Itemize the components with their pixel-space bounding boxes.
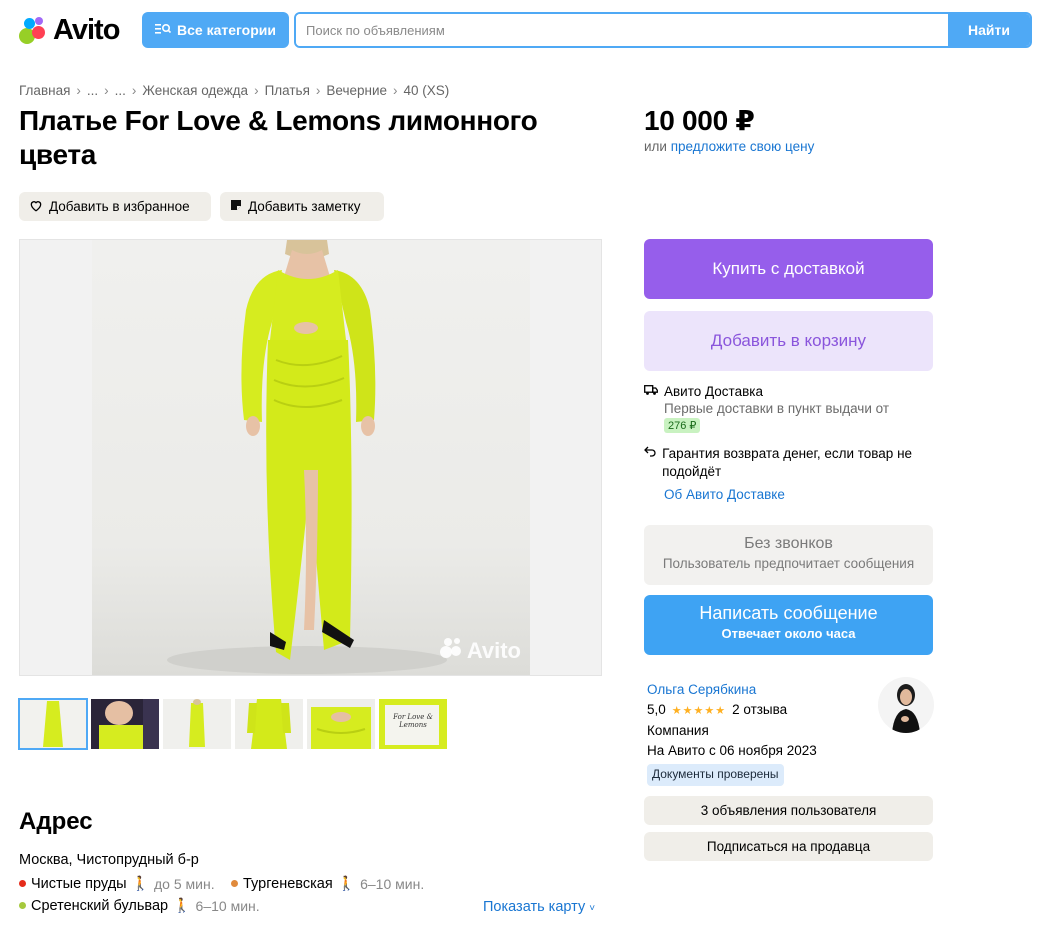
breadcrumb-item-womens-clothing[interactable]: Женская одежда (142, 83, 248, 98)
seller-since: На Авито с 06 ноября 2023 (647, 742, 817, 758)
address-line: Москва, Чистопрудный б-р (19, 852, 199, 868)
search-bar: Найти (294, 12, 1032, 48)
breadcrumb-separator: › (104, 83, 109, 98)
thumbnail-1[interactable] (18, 698, 88, 750)
walking-person-icon: 🚶 (173, 897, 191, 913)
thumbnail-6-label[interactable]: For Love & Lemons (379, 699, 447, 749)
listing-price: 10 000 ₽ (644, 105, 755, 136)
metro-station-name: Тургеневская (243, 875, 333, 892)
thumbnail-label-text: For Love & Lemons (393, 713, 433, 729)
thumbnail-4[interactable] (235, 699, 303, 749)
show-map-link[interactable]: Показать карту ˅ (483, 899, 595, 915)
add-to-favorites-label: Добавить в избранное (49, 199, 190, 214)
guarantee-row: Гарантия возврата денег, если товар не п… (644, 445, 933, 481)
metro-walk-time: 6–10 мин. (195, 897, 260, 914)
note-icon (230, 199, 242, 214)
walking-person-icon: 🚶 (337, 875, 356, 891)
price-offer: или предложите свою цену (644, 139, 814, 154)
heart-icon (29, 199, 43, 215)
search-button[interactable]: Найти (948, 14, 1030, 46)
breadcrumb-item-evening[interactable]: Вечерние (326, 83, 387, 98)
chevron-down-icon: ˅ (589, 903, 596, 914)
documents-verified-badge: Документы проверены (647, 764, 784, 786)
breadcrumb-separator: › (315, 83, 321, 98)
metro-station-name: Чистые пруды (31, 875, 127, 892)
delivery-title: Авито Доставка (664, 384, 763, 399)
breadcrumb-item-dresses[interactable]: Платья (265, 83, 310, 98)
delivery-info: Авито Доставка Первые доставки в пункт в… (644, 384, 933, 502)
metro-station: Чистые пруды 🚶 до 5 мин. (19, 875, 215, 892)
address-title: Адрес (19, 808, 93, 835)
breadcrumb-item-ellipsis-1[interactable]: ... (87, 83, 98, 98)
all-categories-label: Все категории (177, 22, 276, 38)
price-or-text: или (644, 139, 667, 154)
no-calls-subtitle: Пользователь предпочитает сообщения (662, 556, 915, 571)
write-message-label: Написать сообщение (699, 603, 878, 623)
delivery-price-badge: 276 ₽ (664, 418, 701, 433)
breadcrumb-separator: › (76, 83, 81, 98)
breadcrumb-item-ellipsis-2[interactable]: ... (115, 83, 126, 98)
breadcrumb-item-home[interactable]: Главная (19, 83, 70, 98)
seller-avatar[interactable] (878, 677, 934, 733)
avito-logo[interactable]: Avito (19, 13, 120, 47)
metro-station: Сретенский бульвар 🚶 6–10 мин. (19, 897, 260, 914)
add-to-favorites-button[interactable]: Добавить в избранное (19, 192, 211, 221)
seller-rating: 5,0 (647, 701, 666, 717)
rating-stars-icon: ★★★★★ (671, 704, 727, 717)
metro-line-dot-icon (19, 880, 26, 887)
delivery-first-text: Первые доставки в пункт выдачи от (664, 401, 890, 416)
all-categories-button[interactable]: Все категории (142, 12, 289, 48)
no-calls-title: Без звонков (744, 535, 833, 552)
breadcrumb: Главная › ... › ... › Женская одежда › П… (19, 83, 449, 98)
seller-listings-button[interactable]: 3 объявления пользователя (644, 796, 933, 825)
thumbnail-3[interactable] (163, 699, 231, 749)
truck-icon (644, 384, 658, 396)
thumbnail-strip: For Love & Lemons (18, 698, 447, 750)
dress-photo-illustration (167, 240, 447, 674)
thumbnail-5[interactable] (307, 699, 375, 749)
show-map-label: Показать карту (483, 899, 586, 915)
breadcrumb-separator: › (254, 83, 259, 98)
header: Avito Все категории Найти (0, 0, 1051, 60)
avito-watermark: Avito (439, 637, 521, 665)
metro-line-dot-icon (19, 902, 26, 909)
logo-text: Avito (53, 13, 120, 46)
breadcrumb-item-size[interactable]: 40 (XS) (404, 83, 450, 98)
return-arrow-icon (644, 445, 656, 457)
offer-price-link[interactable]: предложите свою цену (671, 139, 815, 154)
watermark-dots-icon (439, 637, 463, 665)
metro-station: Тургеневская 🚶 6–10 мин. (231, 875, 424, 892)
add-note-button[interactable]: Добавить заметку (220, 192, 384, 221)
about-delivery-link[interactable]: Об Авито Доставке (664, 487, 933, 502)
logo-dots-icon (19, 16, 47, 44)
subscribe-seller-button[interactable]: Подписаться на продавца (644, 832, 933, 861)
metro-line-dot-icon (231, 880, 238, 887)
walking-person-icon: 🚶 (131, 875, 150, 891)
buy-with-delivery-button[interactable]: Купить с доставкой (644, 239, 933, 299)
guarantee-text: Гарантия возврата денег, если товар не п… (662, 446, 913, 479)
delivery-row: Авито Доставка Первые доставки в пункт в… (644, 384, 933, 433)
photo-backdrop (92, 240, 530, 675)
metro-station-name: Сретенский бульвар (31, 897, 169, 914)
search-input[interactable] (296, 14, 948, 46)
seller-reviews-link[interactable]: 2 отзыва (732, 702, 787, 717)
add-to-cart-button[interactable]: Добавить в корзину (644, 311, 933, 371)
listing-title: Платье For Love & Lemons лимонного цвета (19, 105, 538, 170)
breadcrumb-separator: › (131, 83, 137, 98)
categories-search-icon (155, 22, 172, 38)
add-note-label: Добавить заметку (248, 199, 361, 214)
breadcrumb-separator: › (393, 83, 398, 98)
main-photo[interactable]: Avito (19, 239, 602, 676)
response-time-label: Отвечает около часа (721, 626, 856, 641)
thumbnail-2[interactable] (91, 699, 159, 749)
write-message-button[interactable]: Написать сообщение Отвечает около часа (644, 595, 933, 655)
metro-walk-time: 6–10 мин. (360, 875, 425, 892)
watermark-text: Avito (466, 638, 521, 663)
no-calls-notice: Без звонков Пользователь предпочитает со… (644, 525, 933, 585)
metro-walk-time: до 5 мин. (154, 875, 215, 892)
